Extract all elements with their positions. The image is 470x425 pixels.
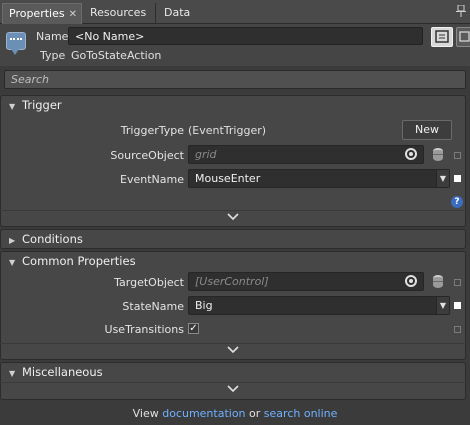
tab-label: Resources xyxy=(90,6,147,19)
trigger-type-value: (EventTrigger) xyxy=(188,124,267,137)
conditions-section: ▶ Conditions xyxy=(0,229,466,249)
pin-icon[interactable] xyxy=(456,4,466,17)
documentation-link[interactable]: documentation xyxy=(162,407,245,420)
advanced-options-marker[interactable] xyxy=(454,152,461,159)
collapse-triangle-icon: ▼ xyxy=(9,369,16,378)
collapse-triangle-icon: ▼ xyxy=(9,102,16,111)
action-icon xyxy=(6,32,26,55)
tab-bar: Properties ✕ Resources Data xyxy=(0,0,470,24)
tab-data[interactable]: Data xyxy=(158,3,198,24)
expand-chevron-icon[interactable] xyxy=(0,212,466,226)
event-name-label: EventName xyxy=(120,173,184,186)
events-view-button[interactable] xyxy=(456,27,470,47)
section-title: Trigger xyxy=(22,98,62,112)
target-object-label: TargetObject xyxy=(114,276,184,289)
name-label: Name xyxy=(36,30,69,43)
footer-middle: or xyxy=(249,407,261,420)
chevron-down-icon[interactable]: ▼ xyxy=(436,297,449,314)
search-input[interactable]: Search xyxy=(4,70,466,89)
expand-triangle-icon: ▶ xyxy=(9,236,16,245)
new-trigger-button[interactable]: New xyxy=(402,120,452,140)
target-picker-icon[interactable] xyxy=(405,275,417,287)
collapse-triangle-icon: ▼ xyxy=(9,258,16,267)
miscellaneous-section-header[interactable]: ▼ Miscellaneous xyxy=(1,363,465,383)
source-object-field[interactable]: grid xyxy=(188,145,424,164)
trigger-section-header[interactable]: ▼ Trigger xyxy=(1,96,465,116)
trigger-type-label: TriggerType xyxy=(120,124,184,137)
tab-label: Data xyxy=(164,6,191,19)
data-binding-icon[interactable] xyxy=(433,148,443,161)
close-icon[interactable]: ✕ xyxy=(69,9,77,20)
use-transitions-checkbox[interactable]: ✓ xyxy=(188,323,199,334)
type-label: Type xyxy=(40,49,66,62)
search-row: Search xyxy=(0,66,470,94)
conditions-section-header[interactable]: ▶ Conditions xyxy=(1,230,465,250)
expand-chevron-icon[interactable] xyxy=(0,384,466,398)
divider xyxy=(0,210,470,211)
tab-label: Properties xyxy=(9,7,65,20)
source-object-label: SourceObject xyxy=(110,149,184,162)
tab-resources[interactable]: Resources xyxy=(84,3,156,24)
tab-properties[interactable]: Properties ✕ xyxy=(2,3,82,24)
advanced-options-marker-set[interactable] xyxy=(454,302,461,309)
divider xyxy=(0,382,470,383)
data-binding-icon[interactable] xyxy=(433,275,443,288)
expand-chevron-icon[interactable] xyxy=(0,345,466,359)
type-value: GoToStateAction xyxy=(71,49,162,62)
use-transitions-label: UseTransitions xyxy=(104,323,184,336)
advanced-options-marker[interactable] xyxy=(454,279,461,286)
target-picker-icon[interactable] xyxy=(405,148,417,160)
help-icon[interactable]: ? xyxy=(451,196,463,208)
event-name-value: MouseEnter xyxy=(195,172,261,185)
event-name-select[interactable]: MouseEnter xyxy=(188,169,450,188)
divider xyxy=(0,343,470,344)
advanced-options-marker[interactable] xyxy=(454,326,461,333)
section-title: Common Properties xyxy=(22,254,136,268)
section-title: Conditions xyxy=(22,232,83,246)
chevron-down-icon[interactable]: ▼ xyxy=(436,170,449,187)
state-name-value: Big xyxy=(195,299,213,312)
footer: View documentation or search online xyxy=(0,403,470,425)
footer-prefix: View xyxy=(132,407,159,420)
search-online-link[interactable]: search online xyxy=(264,407,338,420)
advanced-options-marker-set[interactable] xyxy=(454,175,461,182)
target-object-field[interactable]: [UserControl] xyxy=(188,272,424,291)
common-properties-section-header[interactable]: ▼ Common Properties xyxy=(1,252,465,272)
name-field[interactable]: <No Name> xyxy=(68,27,423,45)
properties-view-button[interactable] xyxy=(431,27,453,47)
state-name-label: StateName xyxy=(122,300,184,313)
state-name-select[interactable]: Big xyxy=(188,296,450,315)
section-title: Miscellaneous xyxy=(22,365,103,379)
